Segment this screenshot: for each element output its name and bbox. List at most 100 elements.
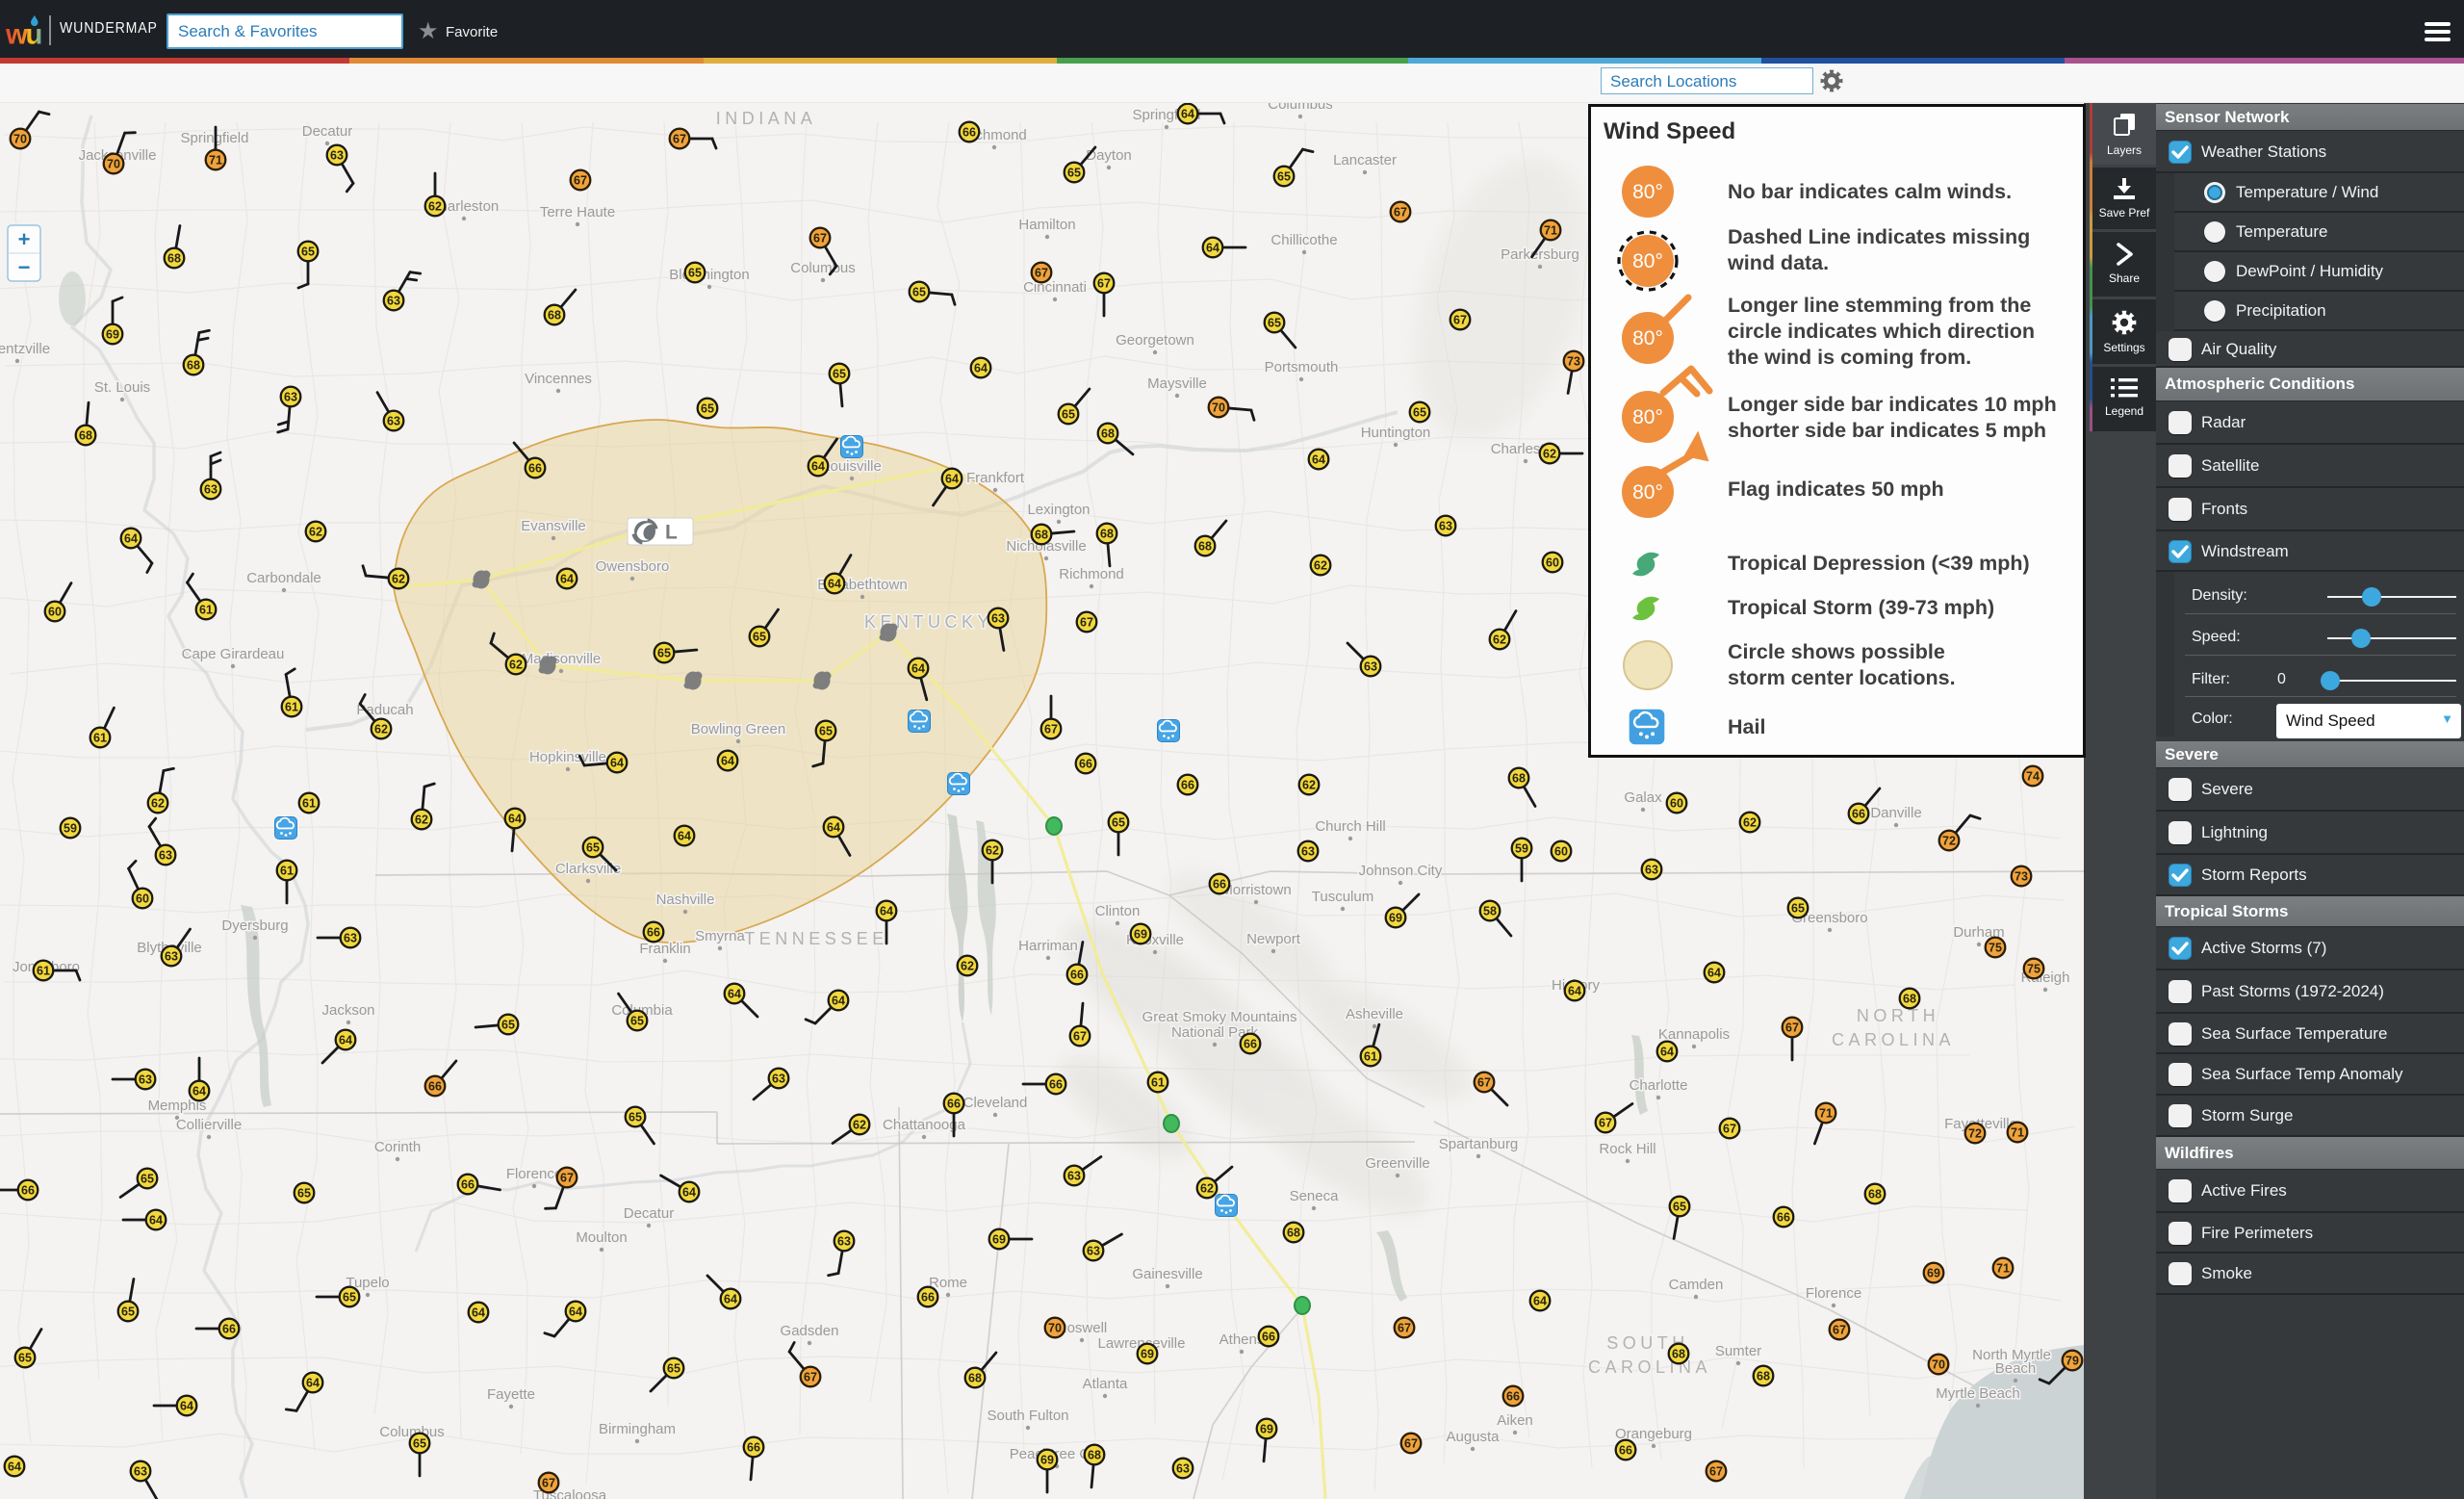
svg-text:60: 60	[48, 605, 62, 618]
svg-text:Great Smoky Mountains: Great Smoky Mountains	[1142, 1009, 1297, 1025]
svg-text:64: 64	[306, 1376, 320, 1389]
svg-text:Evansville: Evansville	[521, 518, 586, 534]
svg-text:67: 67	[1785, 1021, 1799, 1034]
svg-text:Collierville: Collierville	[176, 1117, 242, 1133]
svg-text:66: 66	[1070, 968, 1084, 981]
svg-text:65: 65	[1277, 169, 1291, 183]
svg-text:65: 65	[1062, 407, 1075, 421]
svg-text:63: 63	[204, 482, 218, 496]
svg-text:Charlotte: Charlotte	[1630, 1077, 1688, 1094]
svg-text:59: 59	[1515, 841, 1528, 855]
svg-text:67: 67	[1073, 1029, 1087, 1043]
svg-text:65: 65	[688, 266, 702, 279]
svg-text:68: 68	[1672, 1347, 1685, 1360]
svg-text:79: 79	[2066, 1354, 2079, 1367]
svg-text:62: 62	[961, 959, 974, 972]
svg-text:Rock Hill: Rock Hill	[1599, 1141, 1656, 1157]
svg-text:64: 64	[610, 756, 624, 769]
svg-text:Galax: Galax	[1624, 789, 1662, 806]
svg-text:64: 64	[339, 1033, 352, 1047]
svg-text:68: 68	[1903, 992, 1916, 1005]
svg-text:65: 65	[1112, 815, 1125, 829]
svg-text:65: 65	[121, 1305, 135, 1318]
svg-text:67: 67	[1080, 615, 1093, 629]
svg-text:Clarksville: Clarksville	[555, 861, 621, 877]
svg-text:72: 72	[1942, 834, 1956, 847]
svg-text:64: 64	[1660, 1045, 1674, 1058]
svg-text:67: 67	[673, 132, 686, 145]
svg-text:wind data.: wind data.	[1727, 251, 1829, 274]
svg-text:66: 66	[747, 1440, 760, 1454]
svg-text:75: 75	[1989, 941, 2002, 954]
svg-text:Birmingham: Birmingham	[599, 1421, 676, 1437]
svg-text:67: 67	[1044, 722, 1058, 736]
svg-text:73: 73	[1567, 354, 1580, 368]
svg-text:65: 65	[1067, 166, 1081, 179]
svg-text:Owensboro: Owensboro	[596, 558, 670, 575]
svg-text:65: 65	[667, 1361, 680, 1375]
svg-text:63: 63	[139, 1073, 152, 1086]
svg-text:Longer line stemming from the: Longer line stemming from the	[1728, 294, 2031, 317]
svg-text:68: 68	[1035, 528, 1048, 541]
svg-text:63: 63	[1067, 1169, 1081, 1182]
svg-text:61: 61	[285, 700, 298, 713]
svg-text:69: 69	[1927, 1266, 1940, 1279]
svg-text:64: 64	[832, 994, 845, 1007]
svg-text:68: 68	[968, 1371, 982, 1384]
svg-text:64: 64	[569, 1305, 582, 1318]
svg-text:Morristown: Morristown	[1220, 882, 1291, 898]
svg-text:80°: 80°	[1632, 481, 1663, 504]
svg-text:No bar indicates calm winds.: No bar indicates calm winds.	[1728, 180, 2012, 203]
svg-text:69: 69	[106, 327, 119, 341]
svg-text:69: 69	[1040, 1453, 1054, 1466]
svg-text:Frankfort: Frankfort	[966, 470, 1025, 486]
svg-text:Longer side bar indicates 10 m: Longer side bar indicates 10 mph	[1728, 393, 2057, 416]
svg-text:shorter side bar indicates 5 m: shorter side bar indicates 5 mph	[1728, 419, 2046, 442]
svg-text:68: 68	[1757, 1369, 1770, 1383]
svg-text:Hopkinsville: Hopkinsville	[529, 749, 606, 765]
svg-text:65: 65	[657, 646, 671, 659]
svg-text:68: 68	[1198, 539, 1212, 553]
svg-text:64: 64	[682, 1185, 696, 1199]
svg-text:64: 64	[1312, 452, 1325, 466]
svg-text:68: 68	[548, 308, 561, 322]
svg-text:70: 70	[1932, 1357, 1945, 1371]
svg-text:Spartanburg: Spartanburg	[1439, 1136, 1519, 1152]
svg-text:64: 64	[678, 829, 691, 842]
svg-text:Sumter: Sumter	[1715, 1343, 1761, 1359]
svg-text:Wind Speed: Wind Speed	[1604, 118, 1735, 144]
svg-text:64: 64	[721, 754, 734, 767]
svg-text:70: 70	[1212, 401, 1225, 414]
svg-text:63: 63	[1364, 659, 1377, 673]
svg-text:67: 67	[1404, 1436, 1418, 1450]
svg-text:Decatur: Decatur	[302, 123, 353, 140]
svg-text:67: 67	[1035, 266, 1048, 279]
svg-text:64: 64	[1533, 1294, 1547, 1307]
svg-text:66: 66	[1181, 778, 1194, 791]
svg-text:62: 62	[428, 199, 442, 213]
svg-text:67: 67	[1394, 205, 1407, 219]
svg-text:Madisonville: Madisonville	[522, 651, 602, 667]
svg-text:Columbus: Columbus	[1268, 103, 1333, 113]
svg-text:68: 68	[187, 358, 200, 372]
svg-text:69: 69	[1141, 1347, 1154, 1360]
svg-text:66: 66	[1262, 1330, 1275, 1343]
svg-text:L: L	[665, 522, 678, 544]
svg-text:Tropical Depression (<39 mph): Tropical Depression (<39 mph)	[1728, 552, 2030, 575]
svg-text:65: 65	[833, 367, 846, 380]
svg-text:63: 63	[284, 390, 297, 403]
svg-text:68: 68	[1088, 1448, 1101, 1461]
svg-text:67: 67	[804, 1370, 817, 1383]
svg-text:Portsmouth: Portsmouth	[1265, 359, 1339, 375]
svg-text:storm center locations.: storm center locations.	[1728, 666, 1956, 689]
svg-text:62: 62	[1314, 558, 1327, 572]
svg-text:the wind is coming from.: the wind is coming from.	[1728, 346, 1971, 369]
svg-text:63: 63	[159, 848, 172, 862]
svg-text:63: 63	[344, 931, 357, 944]
svg-text:Fayette: Fayette	[487, 1386, 535, 1403]
svg-text:64: 64	[192, 1084, 206, 1098]
svg-text:circle indicates which directi: circle indicates which direction	[1728, 320, 2035, 343]
svg-text:Cape Girardeau: Cape Girardeau	[182, 646, 285, 662]
svg-text:66: 66	[1506, 1389, 1520, 1403]
svg-text:60: 60	[1670, 796, 1683, 810]
